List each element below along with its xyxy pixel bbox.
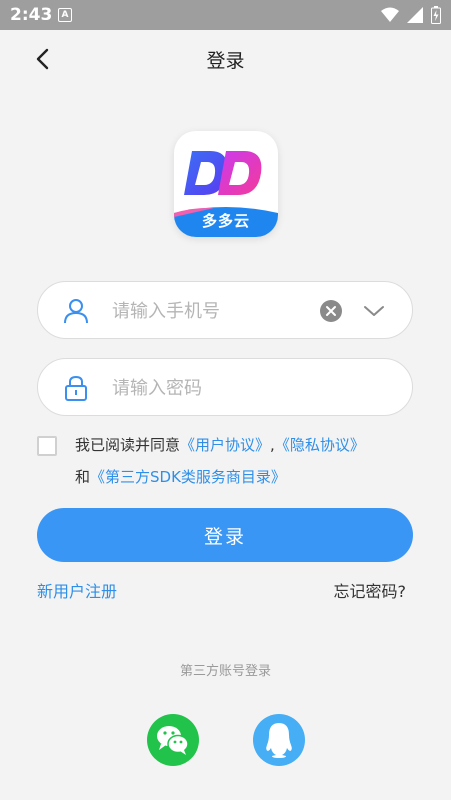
privacy-agreement-link[interactable]: 《隐私协议》 — [275, 436, 365, 454]
notification-icon: A — [58, 8, 72, 22]
status-icons — [381, 6, 441, 24]
app-logo: 多多云 — [174, 131, 278, 237]
qq-icon — [266, 723, 292, 758]
qq-login-button[interactable] — [253, 714, 305, 766]
signal-icon — [407, 7, 423, 23]
user-icon — [64, 299, 88, 324]
lock-icon — [65, 375, 87, 401]
status-bar: 2:43 A — [0, 0, 451, 30]
user-agreement-link[interactable]: 《用户协议》 — [180, 436, 270, 454]
wifi-icon — [381, 7, 399, 22]
agreement-line-1: 我已阅读并同意《用户协议》,《隐私协议》 — [75, 434, 365, 455]
dd-logo-icon — [184, 151, 262, 195]
agreement-prefix: 我已阅读并同意 — [75, 436, 181, 454]
third-party-label: 第三方账号登录 — [179, 664, 271, 679]
wechat-login-button[interactable] — [147, 714, 199, 766]
agreement-line-2: 和《第三方SDK类服务商目录》 — [75, 466, 286, 487]
forgot-password-link[interactable]: 忘记密码? — [334, 578, 407, 602]
agreement-and: 和 — [75, 468, 91, 486]
wechat-icon — [157, 726, 189, 755]
phone-field — [37, 281, 413, 340]
logo-brand-text: 多多云 — [201, 212, 250, 230]
password-input[interactable] — [110, 359, 334, 417]
login-button[interactable]: 登录 — [37, 508, 413, 562]
nav-bar: 登录 — [0, 30, 451, 88]
clear-icon[interactable] — [320, 300, 342, 322]
agreement-checkbox[interactable] — [37, 436, 57, 456]
chevron-down-icon[interactable] — [362, 300, 386, 322]
status-time: 2:43 — [10, 5, 53, 25]
phone-input[interactable] — [110, 282, 334, 340]
sdk-list-link[interactable]: 《第三方SDK类服务商目录》 — [90, 468, 286, 486]
battery-icon — [431, 6, 441, 24]
register-link[interactable]: 新用户注册 — [37, 578, 117, 602]
page-title: 登录 — [206, 50, 245, 72]
password-field — [37, 358, 413, 417]
